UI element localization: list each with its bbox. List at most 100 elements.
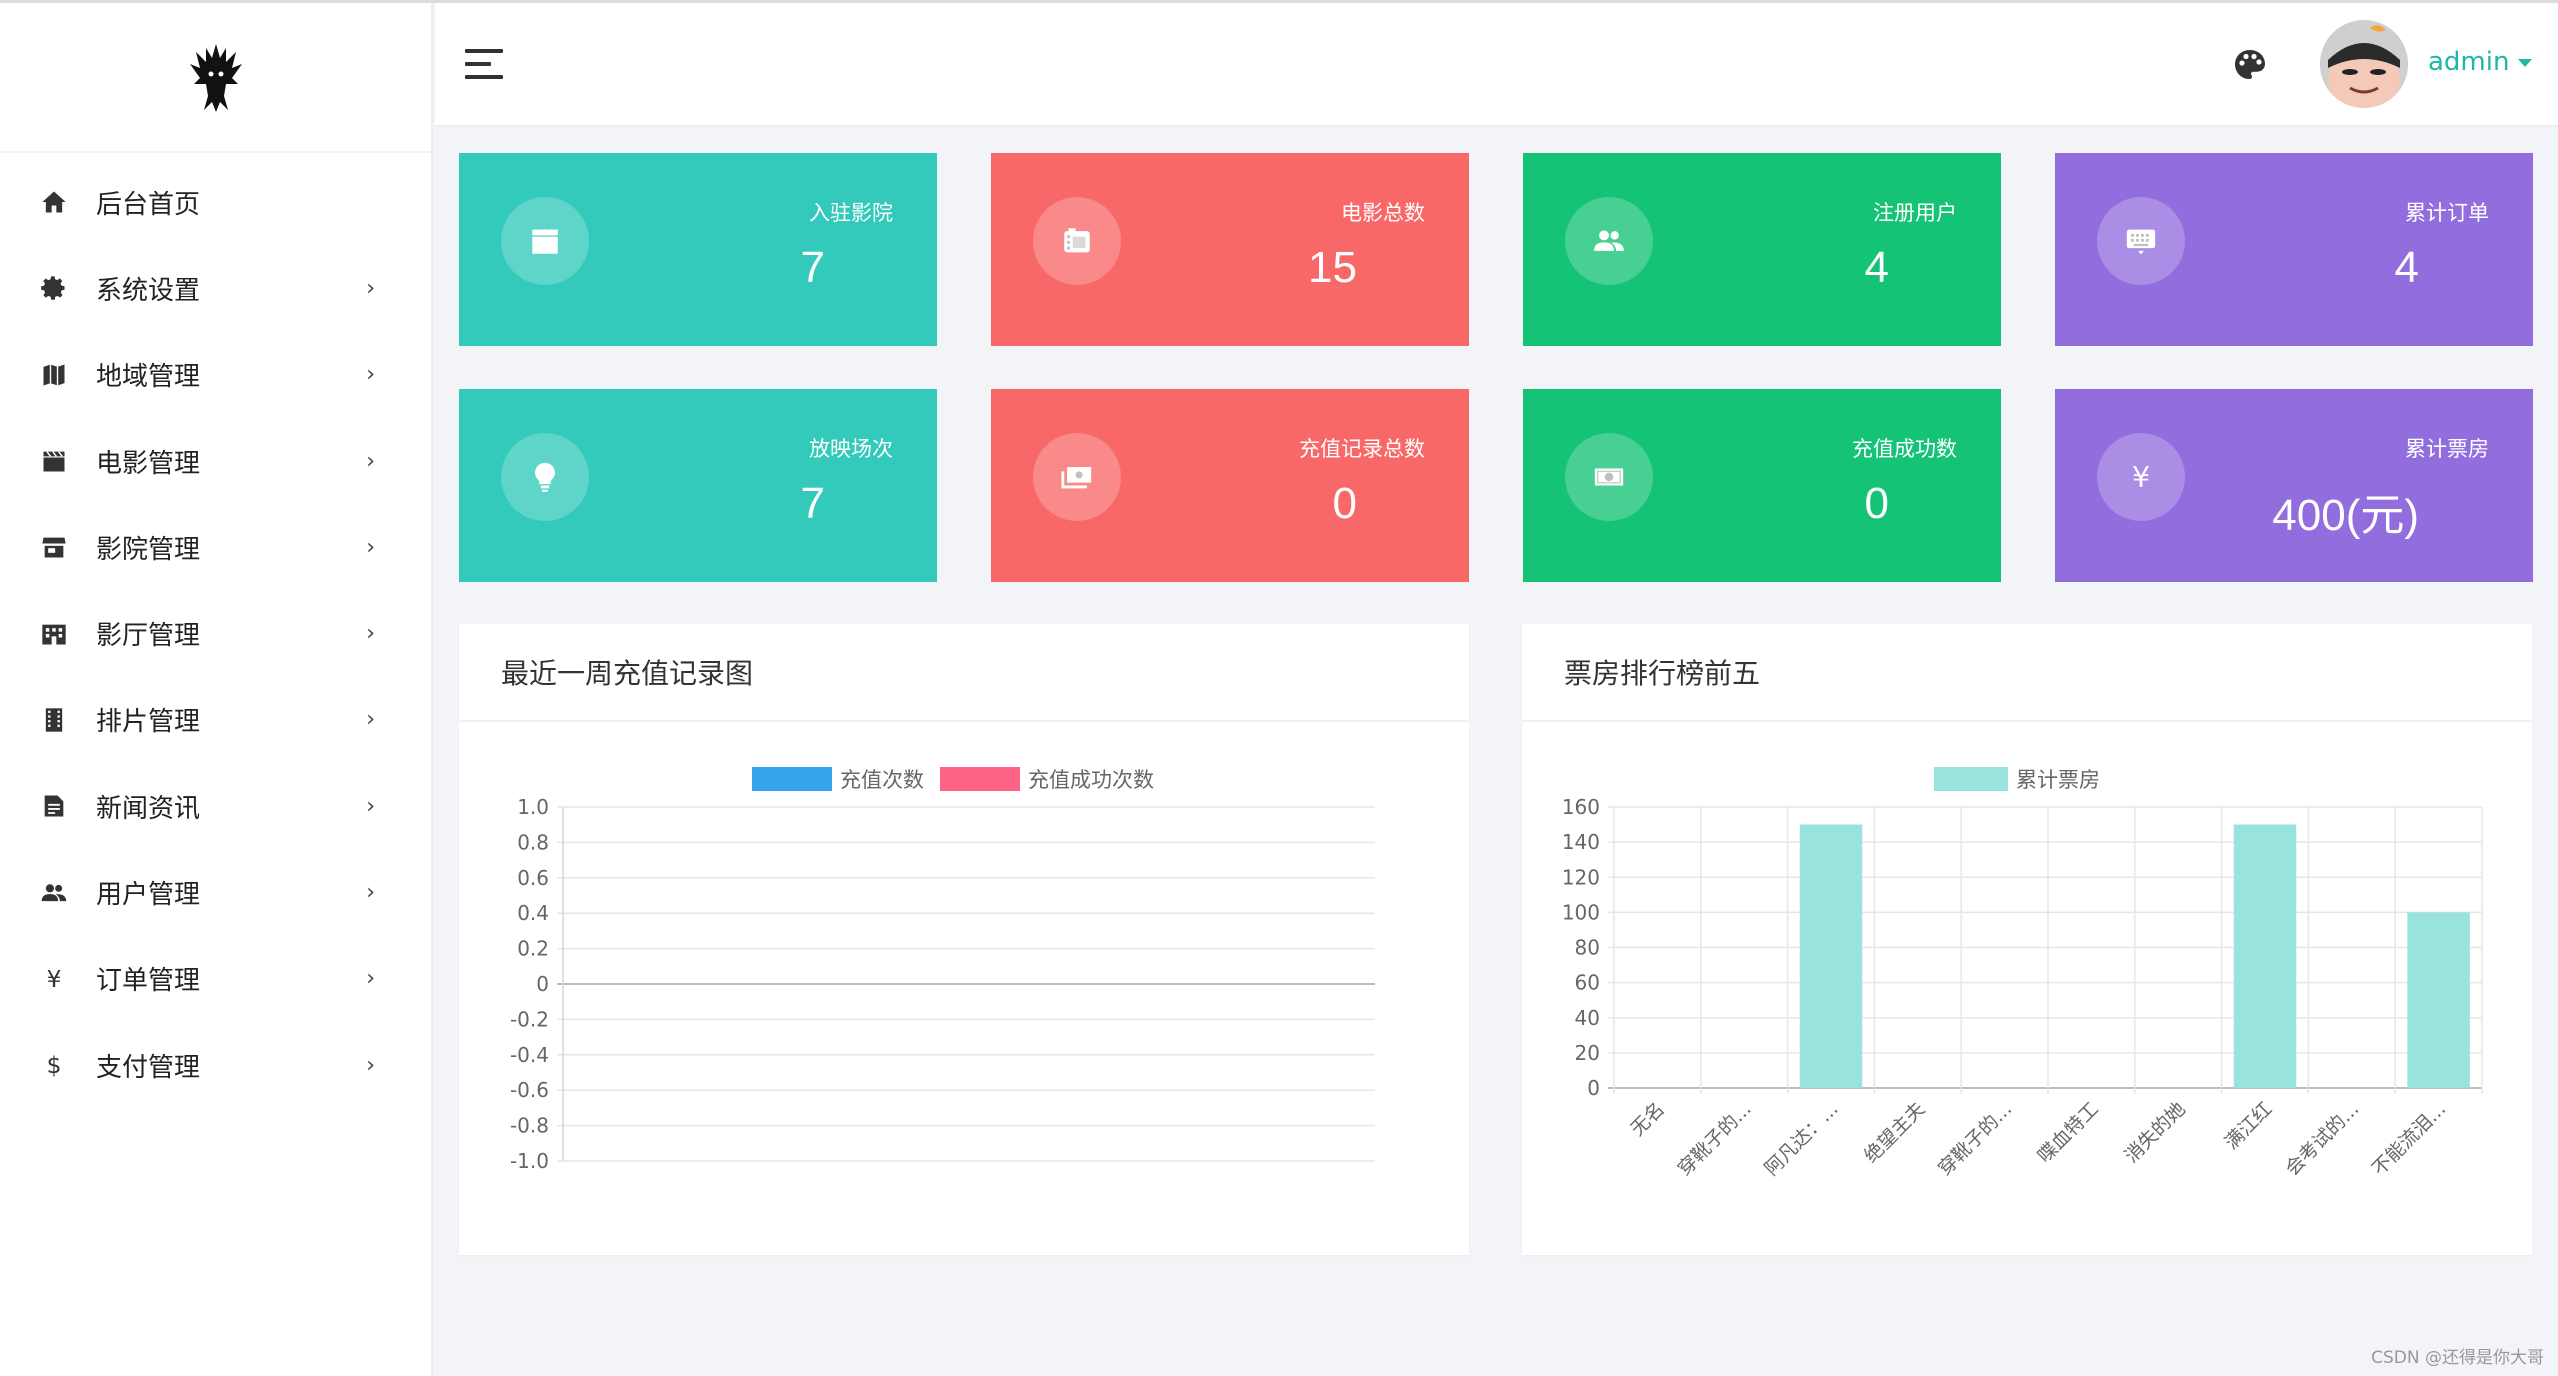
y-tick-label: -1.0 [510, 1149, 549, 1173]
chevron-right-icon: › [366, 1052, 375, 1078]
users-icon [38, 877, 70, 909]
logo[interactable] [0, 3, 431, 153]
sidebar-item-label: 电影管理 [96, 448, 201, 479]
avatar-image [2320, 20, 2408, 108]
x-tick-label: 满江红 [2221, 1098, 2277, 1154]
legend-item[interactable]: 充值成功次数 [940, 764, 1154, 794]
x-tick-label: 绝望主夫 [1860, 1098, 1929, 1167]
dollar-icon: $ [38, 1049, 70, 1081]
stat-card-title: 充值记录总数 [1299, 437, 1425, 461]
stat-card-value: 15 [1308, 243, 1357, 292]
bar[interactable] [2407, 912, 2470, 1088]
y-tick-label: -0.2 [510, 1007, 549, 1031]
palette-icon[interactable] [2233, 48, 2267, 82]
y-tick-label: 140 [1562, 830, 1600, 854]
clapperboard-icon [501, 197, 589, 285]
y-tick-label: 80 [1575, 936, 1600, 960]
legend-item[interactable]: 充值次数 [752, 764, 924, 794]
chevron-right-icon: › [366, 966, 375, 992]
keyboard-icon [2097, 197, 2185, 285]
stat-card-value: 7 [800, 243, 825, 292]
sidebar: 后台首页 系统设置 › 地域管理 › 电影管理 › 影院管理 › 影厅管理 › 排片管理 › 新闻资讯 › 用… [0, 3, 433, 1376]
stat-card-title: 电影总数 [1341, 201, 1425, 225]
x-tick-label: 会考试的... [2281, 1098, 2363, 1180]
watermark: CSDN @还得是你大哥 [2371, 1348, 2544, 1368]
dragon-logo-icon [189, 44, 242, 112]
sidebar-item-label: 系统设置 [96, 275, 201, 306]
sidebar-item[interactable]: 后台首页 [0, 159, 431, 245]
sidebar-item[interactable]: 新闻资讯 › [0, 763, 431, 849]
sidebar-item[interactable]: 用户管理 › [0, 849, 431, 935]
clapperboard-icon [38, 445, 70, 477]
stat-card: 电影总数 15 [991, 153, 1469, 346]
chevron-right-icon: › [366, 707, 375, 733]
sidebar-item-label: 订单管理 [96, 966, 201, 997]
legend-swatch [752, 767, 832, 791]
film-strip-icon [38, 704, 70, 736]
chevron-right-icon: › [366, 534, 375, 560]
stat-card-value: 0 [1864, 479, 1889, 528]
y-tick-label: 60 [1575, 971, 1600, 995]
sidebar-item-label: 新闻资讯 [96, 793, 201, 824]
stat-card: 放映场次 7 [459, 389, 937, 582]
sidebar-item[interactable]: 地域管理 › [0, 332, 431, 418]
sidebar-item[interactable]: 排片管理 › [0, 677, 431, 763]
document-icon [38, 790, 70, 822]
sidebar-item-label: 地域管理 [96, 362, 201, 393]
svg-text:¥: ¥ [2132, 461, 2150, 494]
sidebar-item[interactable]: 电影管理 › [0, 418, 431, 504]
lightbulb-icon [501, 433, 589, 521]
stat-card-title: 注册用户 [1873, 201, 1957, 225]
sidebar-item[interactable]: 影厅管理 › [0, 590, 431, 676]
stat-card-title: 累计订单 [2405, 201, 2489, 225]
stat-card-value: 0 [1332, 479, 1357, 528]
chevron-right-icon: › [366, 362, 375, 388]
sidebar-item-label: 排片管理 [96, 707, 201, 738]
stat-card-value: 7 [800, 479, 825, 528]
legend-label: 充值成功次数 [1028, 768, 1154, 792]
legend-label: 充值次数 [840, 768, 924, 792]
building-icon [38, 618, 70, 650]
stat-card-value: 4 [1864, 243, 1889, 292]
sidebar-item[interactable]: ¥ 订单管理 › [0, 936, 431, 1022]
panel-title: 最近一周充值记录图 [459, 624, 1469, 722]
y-tick-label: -0.6 [510, 1078, 549, 1102]
stat-card: ¥ 累计票房 400(元) [2055, 389, 2533, 582]
x-tick-label: 喋血特工 [2034, 1098, 2103, 1167]
menu-toggle-icon[interactable] [465, 49, 503, 79]
stat-card-title: 放映场次 [809, 437, 893, 461]
user-menu[interactable]: admin [2428, 47, 2509, 77]
svg-text:$: $ [47, 1051, 62, 1079]
stat-card: 注册用户 4 [1523, 153, 2001, 346]
stat-card: 累计订单 4 [2055, 153, 2533, 346]
sidebar-item[interactable]: 系统设置 › [0, 245, 431, 331]
x-tick-label: 无名 [1626, 1098, 1668, 1140]
stat-card: 充值成功数 0 [1523, 389, 2001, 582]
map-icon [38, 359, 70, 391]
y-tick-label: 120 [1562, 865, 1600, 889]
sidebar-item[interactable]: $ 支付管理 › [0, 1022, 431, 1108]
chevron-right-icon: › [366, 880, 375, 906]
y-tick-label: 0.4 [517, 901, 549, 925]
legend-item[interactable]: 累计票房 [1934, 764, 2100, 794]
legend-label: 累计票房 [2016, 768, 2100, 792]
cash-stack-icon [1033, 433, 1121, 521]
film-roll-icon [1033, 197, 1121, 285]
sidebar-item[interactable]: 影院管理 › [0, 504, 431, 590]
legend-swatch [1934, 767, 2008, 791]
bar[interactable] [1799, 824, 1863, 1088]
recharge-chart-panel: 最近一周充值记录图 充值次数 充值成功次数 1.0 0.8 0.6 0.4 0.2 0 -0… [459, 624, 1469, 1255]
y-tick-label: 0.8 [517, 830, 549, 854]
y-tick-label: 40 [1575, 1006, 1600, 1030]
caret-down-icon[interactable] [2518, 59, 2532, 67]
boxoffice-chart-panel: 票房排行榜前五 累计票房 160 140 120 100 80 60 40 20 0 无名 穿靴子的… [1522, 624, 2532, 1255]
chevron-right-icon: › [366, 275, 375, 301]
y-tick-label: -0.8 [510, 1114, 549, 1138]
sidebar-item-label: 影厅管理 [96, 621, 201, 652]
avatar[interactable] [2320, 20, 2408, 108]
y-tick-label: 0 [536, 972, 549, 996]
top-header: admin [435, 3, 2558, 127]
stat-card-value: 4 [2394, 243, 2419, 292]
y-tick-label: 1.0 [517, 795, 549, 819]
bar[interactable] [2233, 824, 2297, 1088]
